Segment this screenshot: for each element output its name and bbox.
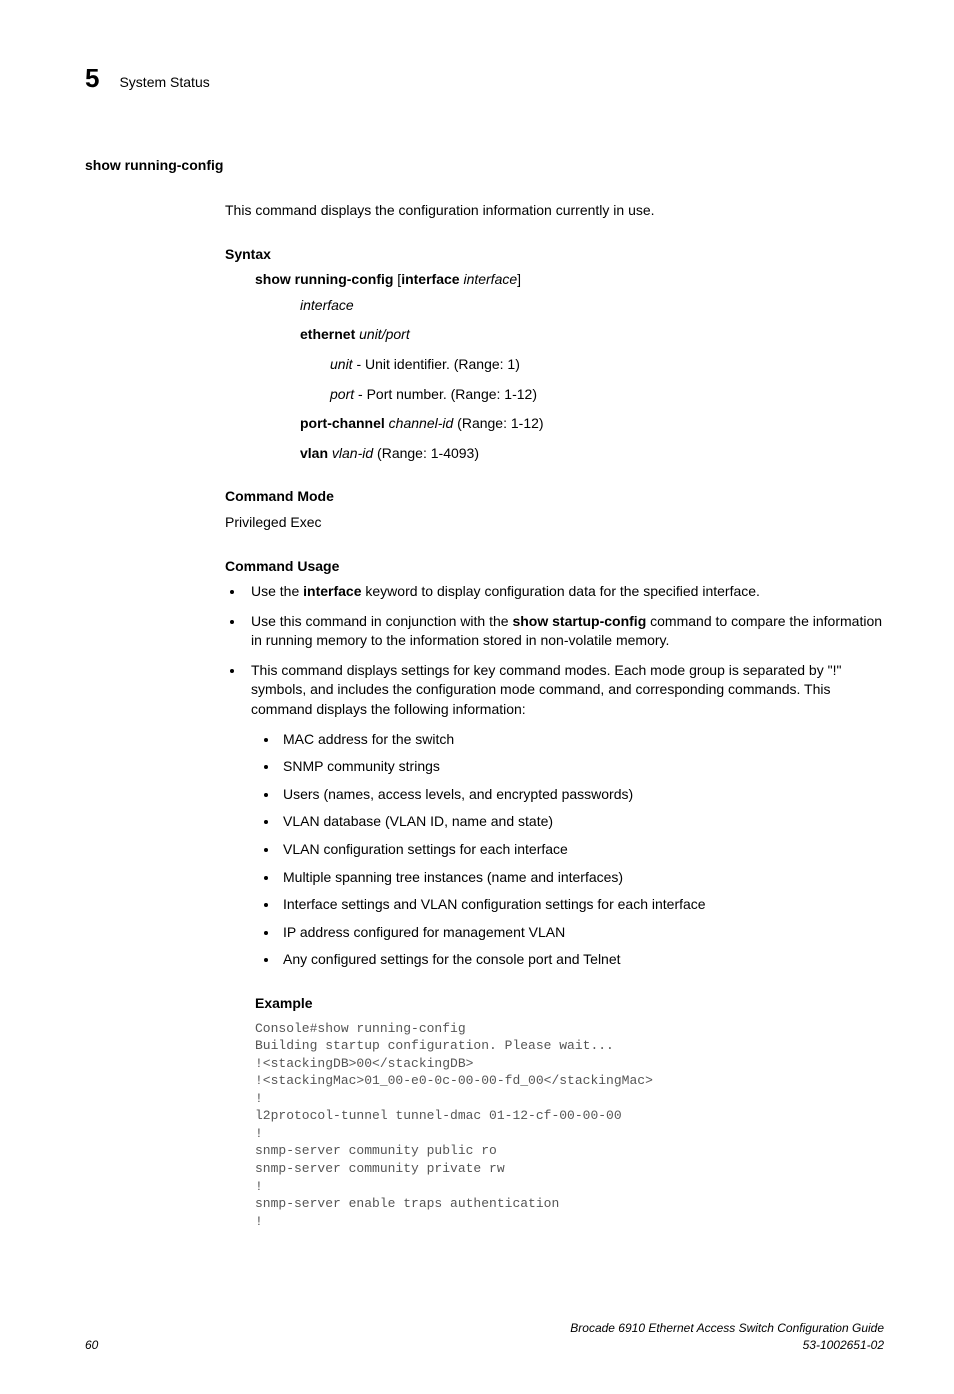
usage-text-bold: interface bbox=[303, 583, 361, 599]
usage-subitem: Interface settings and VLAN configuratio… bbox=[279, 895, 884, 915]
command-usage-heading: Command Usage bbox=[225, 557, 884, 577]
usage-subitem: VLAN database (VLAN ID, name and state) bbox=[279, 812, 884, 832]
interface-label: interface bbox=[300, 296, 884, 316]
vlan-line: vlan vlan-id (Range: 1-4093) bbox=[300, 444, 884, 464]
usage-subitem: Users (names, access levels, and encrypt… bbox=[279, 785, 884, 805]
footer-title: Brocade 6910 Ethernet Access Switch Conf… bbox=[570, 1320, 884, 1337]
command-name: show running-config bbox=[85, 156, 884, 176]
usage-subitem: Any configured settings for the console … bbox=[279, 950, 884, 970]
vlan-text: (Range: 1-4093) bbox=[373, 445, 479, 461]
ethernet-line: ethernet unit/port bbox=[300, 325, 884, 345]
unit-text: - Unit identifier. (Range: 1) bbox=[353, 356, 520, 372]
ethernet-arg: unit/port bbox=[355, 326, 409, 342]
usage-text-bold: show startup-config bbox=[512, 613, 646, 629]
example-code: Console#show running-config Building sta… bbox=[255, 1020, 884, 1231]
chapter-title: System Status bbox=[119, 73, 209, 93]
usage-item: Use this command in conjunction with the… bbox=[245, 612, 884, 651]
port-arg: port bbox=[330, 386, 354, 402]
port-text: - Port number. (Range: 1-12) bbox=[354, 386, 537, 402]
unit-line: unit - Unit identifier. (Range: 1) bbox=[330, 355, 884, 375]
example-heading: Example bbox=[255, 994, 884, 1014]
command-description: This command displays the configuration … bbox=[225, 201, 884, 221]
footer-docnum: 53-1002651-02 bbox=[570, 1337, 884, 1354]
usage-text: This command displays settings for key c… bbox=[251, 662, 841, 717]
vlan-arg: vlan-id bbox=[328, 445, 373, 461]
command-mode-text: Privileged Exec bbox=[225, 513, 884, 533]
usage-text-pre: Use this command in conjunction with the bbox=[251, 613, 512, 629]
chapter-number: 5 bbox=[85, 60, 99, 96]
syntax-bracket-close: ] bbox=[517, 271, 521, 287]
usage-subitem: VLAN configuration settings for each int… bbox=[279, 840, 884, 860]
syntax-interface-arg: interface bbox=[460, 271, 518, 287]
page-header: 5 System Status bbox=[85, 60, 884, 96]
page-number: 60 bbox=[85, 1337, 98, 1354]
portchannel-text: (Range: 1-12) bbox=[453, 415, 543, 431]
portchannel-line: port-channel channel-id (Range: 1-12) bbox=[300, 414, 884, 434]
ethernet-kw: ethernet bbox=[300, 326, 355, 342]
syntax-cmd: show running-config bbox=[255, 271, 393, 287]
unit-arg: unit bbox=[330, 356, 353, 372]
usage-text-post: keyword to display configuration data fo… bbox=[362, 583, 760, 599]
usage-subitem: IP address configured for management VLA… bbox=[279, 923, 884, 943]
usage-list: Use the interface keyword to display con… bbox=[225, 582, 884, 970]
command-mode-heading: Command Mode bbox=[225, 487, 884, 507]
portchannel-kw: port-channel bbox=[300, 415, 385, 431]
portchannel-arg: channel-id bbox=[385, 415, 454, 431]
syntax-heading: Syntax bbox=[225, 245, 884, 265]
usage-item: Use the interface keyword to display con… bbox=[245, 582, 884, 602]
usage-text-pre: Use the bbox=[251, 583, 303, 599]
usage-subitem: Multiple spanning tree instances (name a… bbox=[279, 868, 884, 888]
page-footer: 60 Brocade 6910 Ethernet Access Switch C… bbox=[85, 1320, 884, 1354]
syntax-line: show running-config [interface interface… bbox=[255, 270, 884, 290]
usage-item: This command displays settings for key c… bbox=[245, 661, 884, 970]
usage-subitem: MAC address for the switch bbox=[279, 730, 884, 750]
usage-sublist: MAC address for the switch SNMP communit… bbox=[251, 730, 884, 970]
footer-title-block: Brocade 6910 Ethernet Access Switch Conf… bbox=[570, 1320, 884, 1354]
vlan-kw: vlan bbox=[300, 445, 328, 461]
usage-subitem: SNMP community strings bbox=[279, 757, 884, 777]
syntax-interface-kw: interface bbox=[401, 271, 459, 287]
port-line: port - Port number. (Range: 1-12) bbox=[330, 385, 884, 405]
